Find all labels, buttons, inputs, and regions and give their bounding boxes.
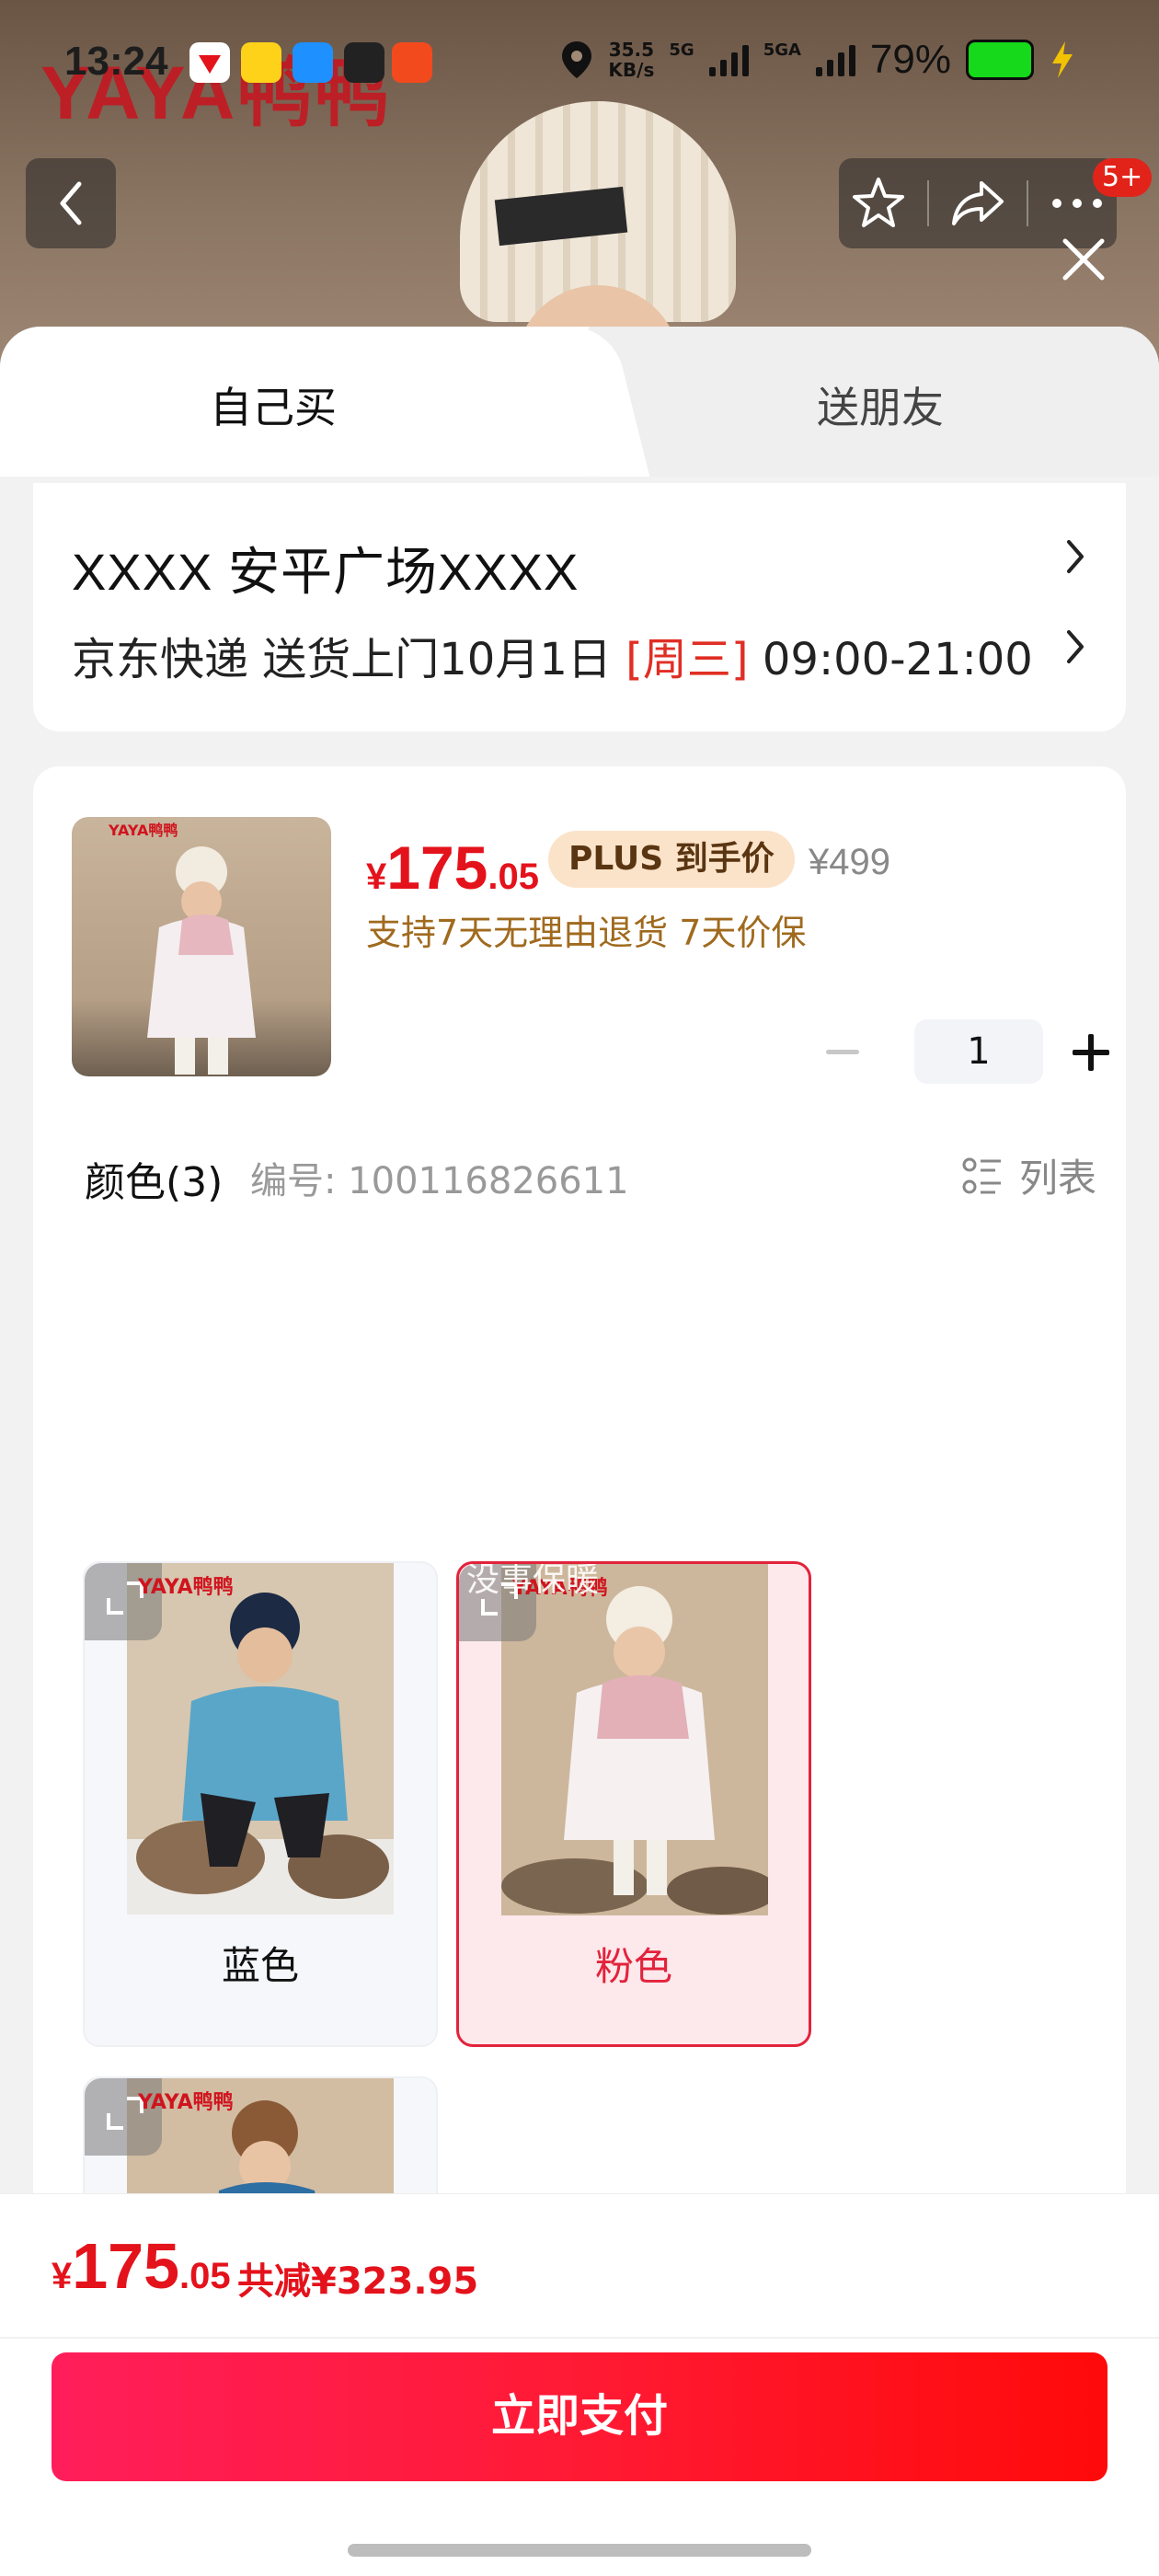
- net-speed: 35.5 KB/s: [608, 40, 654, 80]
- delivery-info[interactable]: 京东快递 送货上门10月1日 [周三] 09:00-21:00: [72, 623, 1033, 687]
- original-price: ¥499: [809, 842, 890, 882]
- option-image-blue: [127, 1563, 394, 1915]
- sim2-label: 5GA: [763, 40, 801, 60]
- sim1-label: 5G: [669, 40, 694, 60]
- nav-divider: [926, 180, 929, 226]
- total-price: ¥175.05: [52, 2229, 231, 2303]
- nav-divider-2: [1027, 180, 1029, 226]
- status-bar: 13:24 35.5 KB/s 5G 5GA 79%: [0, 0, 1159, 124]
- charging-icon: [1052, 41, 1073, 78]
- list-label: 列表: [1018, 1156, 1096, 1201]
- message-count-badge: 5+: [1093, 158, 1153, 197]
- service-guarantee: 支持7天无理由退货 7天价保: [366, 913, 807, 953]
- close-icon[interactable]: [1056, 232, 1111, 287]
- location-icon: [562, 41, 592, 78]
- quantity-input[interactable]: 1: [914, 1019, 1043, 1084]
- checkout-footer: ¥175.05 共减¥323.95 立即支付: [0, 2193, 1159, 2576]
- spec-header: 颜色(3) 编号: 100116826611 列表: [85, 1138, 1096, 1206]
- notification-icon-5: [392, 42, 432, 83]
- more-icon[interactable]: [1048, 194, 1107, 213]
- address-text: XXXX 安平广场XXXX: [72, 543, 580, 601]
- signal-icon-2: [815, 43, 855, 76]
- list-icon: [962, 1157, 1001, 1193]
- chevron-right-icon: [1067, 540, 1084, 573]
- spec-title: 颜色(3): [85, 1159, 224, 1206]
- checkout-screen: YAYA鸭鸭 13:24 35.5 KB/s 5G 5GA 79% 5+ 自己买…: [0, 0, 1159, 2576]
- price-decimal: .05: [488, 857, 539, 897]
- notification-icon-1: [189, 42, 230, 83]
- option-brand: YAYA鸭鸭: [138, 2091, 234, 2114]
- tab-self[interactable]: 自己买: [210, 374, 337, 435]
- tab-gift[interactable]: 送朋友: [817, 374, 944, 435]
- pay-now-button[interactable]: 立即支付: [52, 2352, 1107, 2481]
- delivery-weekday: [周三]: [625, 634, 749, 685]
- share-icon[interactable]: [948, 174, 1007, 233]
- footer-divider: [0, 2337, 1159, 2339]
- net-speed-unit: KB/s: [608, 59, 655, 81]
- increase-quantity-button[interactable]: [1073, 1034, 1109, 1071]
- quantity-stepper: 1: [811, 1019, 1115, 1084]
- list-view-toggle[interactable]: 列表: [960, 1147, 1096, 1203]
- color-option-pink[interactable]: YAYA鸭鸭 没事保暖 粉色: [456, 1561, 811, 2047]
- chevron-left-icon: [60, 181, 82, 225]
- product-code: 编号: 100116826611: [250, 1160, 629, 1202]
- plus-price-tag: PLUS 到手价: [548, 831, 795, 888]
- back-button[interactable]: [26, 158, 116, 248]
- net-speed-value: 35.5: [608, 39, 655, 61]
- status-time: 13:24: [64, 39, 168, 84]
- decrease-quantity-button[interactable]: [826, 1050, 859, 1054]
- chevron-right-icon-2: [1067, 630, 1084, 663]
- notification-icon-2: [241, 42, 281, 83]
- total-currency: ¥: [52, 2256, 73, 2296]
- discount-total: 共减¥323.95: [237, 2260, 479, 2303]
- product-price: ¥175.05: [366, 833, 539, 903]
- address-card[interactable]: XXXX 安平广场XXXX 京东快递 送货上门10月1日 [周三] 09:00-…: [33, 483, 1126, 731]
- signal-icon: [708, 43, 749, 76]
- option-label: 粉色: [594, 1944, 672, 1989]
- notification-icon-3: [293, 42, 333, 83]
- option-brand: YAYA鸭鸭: [138, 1576, 234, 1599]
- purchase-mode-tabs: 自己买 送朋友: [0, 327, 1159, 477]
- delivery-time: 09:00-21:00: [748, 634, 1033, 685]
- svg-text:YAYA鸭鸭: YAYA鸭鸭: [108, 822, 178, 839]
- option-image-pink: [501, 1564, 768, 1915]
- notification-icon-4: [344, 42, 384, 83]
- star-icon[interactable]: [849, 174, 908, 233]
- status-right: 35.5 KB/s 5G 5GA 79%: [560, 37, 1076, 83]
- image-overlay-text: 没事保暖: [466, 1561, 600, 1599]
- product-thumbnail[interactable]: YAYA鸭鸭: [72, 817, 331, 1076]
- total-decimal: .05: [179, 2256, 231, 2296]
- price-currency: ¥: [366, 857, 387, 897]
- home-indicator[interactable]: [348, 2544, 811, 2557]
- color-option-blue[interactable]: YAYA鸭鸭 蓝色: [83, 1561, 438, 2047]
- total-integer: 175: [72, 2230, 180, 2302]
- price-integer: 175: [386, 834, 488, 902]
- battery-icon: [966, 40, 1034, 80]
- option-label: 蓝色: [221, 1943, 299, 1988]
- delivery-method: 京东快递 送货上门10月1日: [72, 634, 626, 685]
- battery-percent: 79%: [869, 37, 951, 82]
